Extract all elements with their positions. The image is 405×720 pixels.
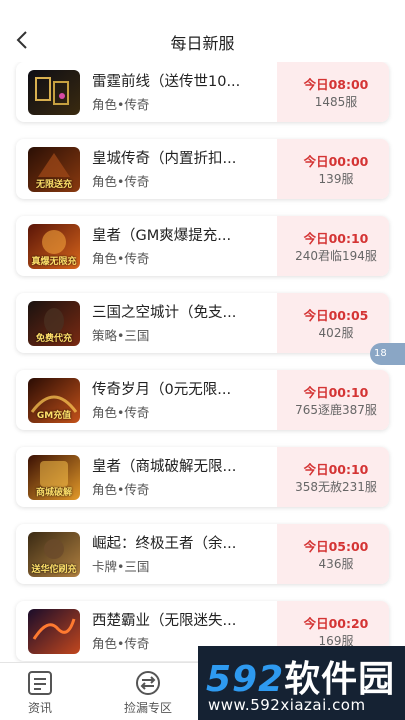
game-card[interactable]: 无限送充 皇城传奇（内置折扣... 角色•传奇 今日00:00 139服 — [16, 139, 389, 199]
watermark-brand: 592软件园 — [206, 650, 395, 702]
watermark-number: 592 — [206, 659, 285, 700]
thumb-caption: GM充值 — [36, 411, 72, 421]
game-category: 角色•传奇 — [92, 482, 150, 497]
game-thumbnail[interactable]: 无限送充 — [28, 147, 80, 192]
game-card[interactable]: 免费代充 三国之空城计（免支... 策略•三国 今日00:05 402服 — [16, 293, 389, 353]
thumb-caption: 无限送充 — [35, 180, 72, 190]
watermark-url: www.592xiazai.com — [208, 696, 366, 714]
open-time: 今日00:20 — [303, 616, 369, 631]
server-name: 765逐鹿387服 — [295, 403, 377, 417]
open-time: 今日00:10 — [303, 385, 369, 400]
game-category: 角色•传奇 — [92, 174, 150, 189]
game-category: 策略•三国 — [92, 328, 150, 343]
game-name: 传奇岁月（0元无限... — [92, 382, 232, 398]
game-card[interactable]: 送华佗刷充 崛起：终极王者（余... 卡牌•三国 今日05:00 436服 — [16, 524, 389, 584]
server-name: 240君临194服 — [295, 249, 377, 263]
thumb-caption: 商城破解 — [35, 488, 72, 498]
game-card[interactable]: 商城破解 皇者（商城破解无限... 角色•传奇 今日00:10 358无赦231… — [16, 447, 389, 507]
game-name: 西楚霸业（无限迷失... — [92, 613, 237, 629]
open-time: 今日00:10 — [303, 462, 369, 477]
thumb-caption: 真爆无限充 — [31, 257, 77, 267]
news-icon — [28, 671, 52, 695]
game-thumbnail-image — [28, 70, 80, 115]
game-category: 角色•传奇 — [92, 97, 150, 112]
open-time: 今日08:00 — [303, 77, 369, 92]
game-card[interactable]: GM充值 传奇岁月（0元无限... 角色•传奇 今日00:10 765逐鹿387… — [16, 370, 389, 430]
game-thumbnail[interactable] — [28, 70, 80, 115]
page-title: 每日新服 — [170, 34, 235, 53]
tab-news-label: 资讯 — [27, 701, 52, 715]
game-thumbnail[interactable]: 真爆无限充 — [28, 224, 80, 269]
open-time: 今日00:05 — [303, 308, 369, 323]
game-card[interactable]: 真爆无限充 皇者（GM爽爆提充... 角色•传奇 今日00:10 240君临19… — [16, 216, 389, 276]
exchange-icon — [136, 671, 160, 695]
tab-bargain-label: 捡漏专区 — [123, 701, 172, 715]
game-category: 角色•传奇 — [92, 405, 150, 420]
server-name: 139服 — [318, 172, 354, 186]
game-name: 皇城传奇（内置折扣... — [92, 151, 237, 167]
open-time: 今日00:00 — [303, 154, 369, 169]
server-name: 358无赦231服 — [295, 480, 377, 494]
game-thumbnail[interactable]: 免费代充 — [28, 301, 80, 346]
game-thumbnail[interactable] — [28, 609, 80, 654]
tab-bargain[interactable]: 捡漏专区 — [108, 663, 188, 720]
game-name: 皇者（GM爽爆提充... — [92, 228, 232, 244]
server-name: 436服 — [318, 557, 354, 571]
game-thumbnail[interactable]: 商城破解 — [28, 455, 80, 500]
game-name: 三国之空城计（免支... — [92, 305, 237, 321]
server-name: 1485服 — [314, 95, 358, 109]
game-thumbnail-image — [28, 609, 80, 654]
game-name: 崛起：终极王者（余... — [92, 536, 237, 552]
server-list: 雷霆前线（送传世10... 角色•传奇 今日08:00 1485服 无限送充 皇… — [0, 62, 405, 662]
open-time: 今日00:10 — [303, 231, 369, 246]
thumb-caption: 送华佗刷充 — [31, 565, 77, 575]
thumb-caption: 免费代充 — [35, 334, 72, 344]
game-thumbnail[interactable]: GM充值 — [28, 378, 80, 423]
game-category: 角色•传奇 — [92, 636, 150, 651]
watermark-text: 软件园 — [284, 659, 396, 700]
server-name: 402服 — [318, 326, 354, 340]
game-category: 卡牌•三国 — [92, 559, 150, 574]
open-time: 今日05:00 — [303, 539, 369, 554]
site-watermark: 592软件园 www.592xiazai.com — [198, 646, 405, 720]
tab-news[interactable]: 资讯 — [0, 663, 80, 720]
game-category: 角色•传奇 — [92, 251, 150, 266]
app-header: 每日新服 — [0, 0, 405, 62]
floating-badge[interactable]: 18 — [370, 343, 405, 365]
game-name: 雷霆前线（送传世10... — [92, 74, 241, 90]
game-thumbnail[interactable]: 送华佗刷充 — [28, 532, 80, 577]
game-name: 皇者（商城破解无限... — [92, 459, 237, 475]
game-card[interactable]: 雷霆前线（送传世10... 角色•传奇 今日08:00 1485服 — [16, 62, 389, 122]
